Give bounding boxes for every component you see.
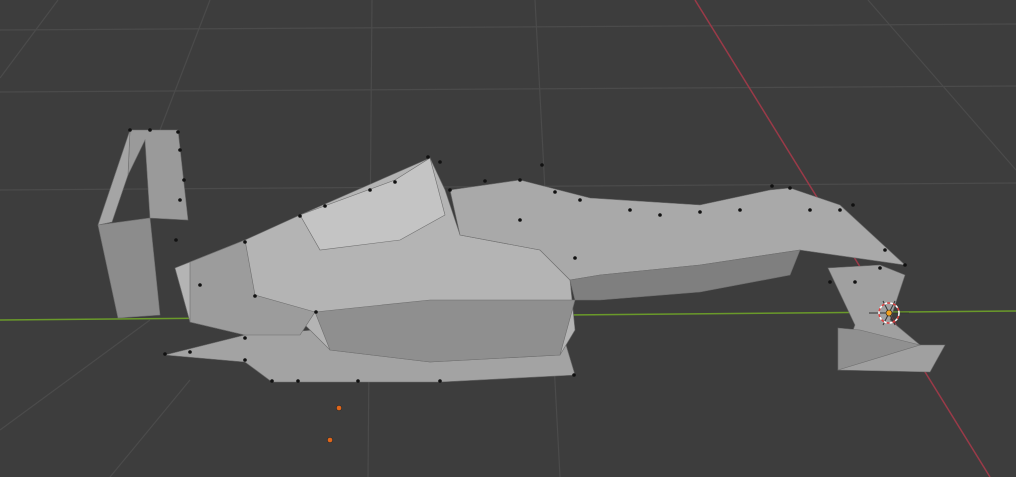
- rear-wing-endplate: [97, 217, 161, 319]
- 3d-viewport[interactable]: [0, 0, 1016, 477]
- rear-wing-left: [97, 129, 131, 226]
- f1-car-mesh[interactable]: [97, 128, 946, 383]
- body-lower: [314, 299, 576, 363]
- viewport-canvas[interactable]: [0, 0, 1016, 477]
- object-origin-icon: [327, 405, 342, 443]
- rear-wing-top: [127, 129, 189, 221]
